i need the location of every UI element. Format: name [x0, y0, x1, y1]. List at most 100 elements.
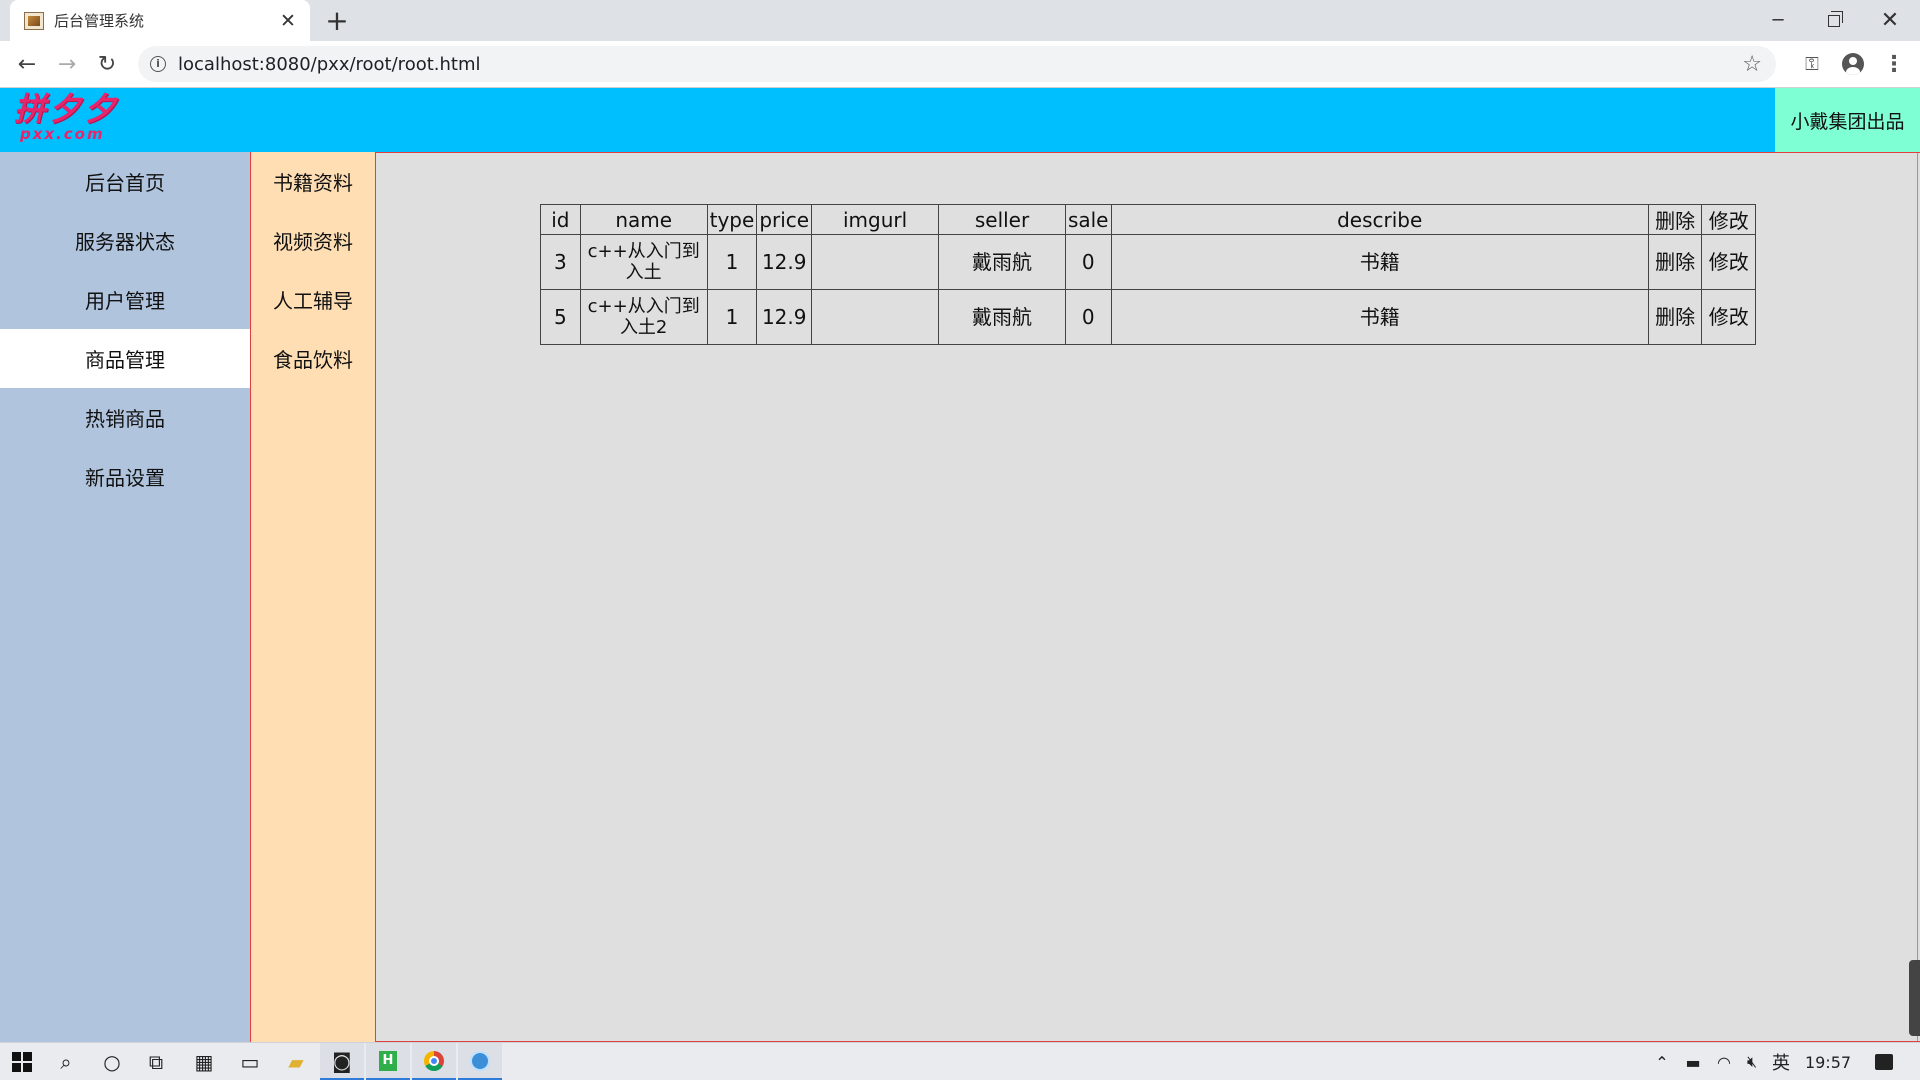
notification-icon	[1875, 1054, 1893, 1070]
sidebar-item-home[interactable]: 后台首页	[0, 152, 250, 211]
browser-toolbar: ← → ↻ i localhost:8080/pxx/root/root.htm…	[0, 41, 1920, 88]
cell-sale: 0	[1064, 289, 1112, 345]
back-button[interactable]: ←	[12, 49, 42, 79]
tray-expand-icon[interactable]: ⌃	[1650, 1043, 1674, 1080]
start-button[interactable]	[0, 1043, 44, 1080]
taskbar-chrome[interactable]	[412, 1043, 456, 1080]
hbuilder-icon: H	[379, 1050, 397, 1071]
restore-icon	[1828, 10, 1843, 27]
page-favicon-icon	[24, 11, 44, 30]
cell-describe: 书籍	[1110, 289, 1649, 345]
cell-id: 5	[540, 289, 581, 345]
subnav-item-food-drinks[interactable]: 食品饮料	[251, 329, 375, 388]
url-text[interactable]: localhost:8080/pxx/root/root.html	[178, 54, 1742, 75]
col-header-type: type	[706, 204, 758, 235]
sidebar-item-product-management[interactable]: 商品管理	[0, 329, 250, 388]
taskbar-photos[interactable]: ▭	[228, 1043, 272, 1080]
window-close-button[interactable]: ✕	[1862, 0, 1918, 41]
browser-menu-icon[interactable]: ⋮	[1879, 49, 1909, 79]
logo-domain-text: pxx.com	[20, 125, 105, 143]
cell-imgurl	[811, 234, 940, 290]
col-header-describe: describe	[1110, 204, 1649, 235]
new-tab-button[interactable]: +	[322, 6, 352, 36]
cell-name: c++从入门到入土	[579, 234, 708, 290]
cell-id: 3	[540, 234, 581, 290]
taskbar-file-explorer[interactable]: ▰	[274, 1043, 318, 1080]
cell-imgurl	[811, 289, 940, 345]
edit-link[interactable]: 修改	[1701, 234, 1756, 290]
reload-button[interactable]: ↻	[92, 49, 122, 79]
cell-seller: 戴雨航	[938, 234, 1066, 290]
folder-icon: ▰	[288, 1050, 304, 1074]
subnav-item-videos[interactable]: 视频资料	[251, 211, 375, 270]
cortana-button[interactable]: ○	[90, 1043, 134, 1080]
search-button[interactable]: ⌕	[44, 1043, 88, 1080]
cell-seller: 戴雨航	[938, 289, 1066, 345]
calculator-icon: ▦	[194, 1050, 214, 1074]
site-info-icon[interactable]: i	[150, 56, 166, 72]
taskbar-screenshot-app[interactable]: ◙	[320, 1043, 364, 1080]
password-key-icon[interactable]: ⚿	[1797, 49, 1827, 79]
search-icon: ⌕	[60, 1050, 72, 1074]
delete-link[interactable]: 删除	[1647, 234, 1703, 290]
site-logo: 拼夕夕 pxx.com	[14, 92, 124, 148]
table-row: 3 c++从入门到入土 1 12.9 戴雨航 0 书籍 删除 修改	[540, 234, 1756, 290]
product-table: id name type price imgurl seller sale de…	[540, 204, 1756, 345]
credit-label: 小戴集团出品	[1775, 88, 1920, 152]
taskbar-calculator[interactable]: ▦	[182, 1043, 226, 1080]
col-header-edit: 修改	[1701, 204, 1756, 235]
sidebar-item-user-management[interactable]: 用户管理	[0, 270, 250, 329]
table-header-row: id name type price imgurl seller sale de…	[540, 204, 1756, 235]
window-restore-button[interactable]	[1806, 0, 1862, 41]
windows-logo-icon	[12, 1052, 32, 1072]
cell-describe: 书籍	[1110, 234, 1649, 290]
browser-tabstrip: 后台管理系统 ✕ + ─ ✕	[0, 0, 1920, 41]
cell-sale: 0	[1064, 234, 1112, 290]
account-icon	[1842, 53, 1864, 75]
cortana-circle-icon: ○	[103, 1050, 121, 1074]
sidebar-item-server-status[interactable]: 服务器状态	[0, 211, 250, 270]
browser-icon	[470, 1050, 490, 1071]
tab-close-icon[interactable]: ✕	[278, 10, 298, 32]
page-header: 拼夕夕 pxx.com 小戴集团出品	[0, 88, 1920, 152]
table-row: 5 c++从入门到入土2 1 12.9 戴雨航 0 书籍 删除 修改	[540, 289, 1756, 345]
wifi-icon[interactable]: ◠	[1712, 1043, 1736, 1080]
logo-main-text: 拼夕夕	[14, 90, 120, 128]
profile-button[interactable]	[1838, 49, 1868, 79]
category-subnav: 书籍资料 视频资料 人工辅导 食品饮料	[250, 152, 376, 1042]
main-sidebar: 后台首页 服务器状态 用户管理 商品管理 热销商品 新品设置	[0, 152, 250, 1042]
cell-price: 12.9	[756, 234, 813, 290]
col-header-id: id	[540, 204, 581, 235]
sidebar-item-hot-products[interactable]: 热销商品	[0, 388, 250, 447]
os-taskbar: ⌕ ○ ⧉ ▦ ▭ ▰ ◙ H ⌃ ▬ ◠ 🔇︎ 英 19:57	[0, 1042, 1920, 1080]
cell-type: 1	[706, 289, 758, 345]
col-header-delete: 删除	[1647, 204, 1703, 235]
col-header-seller: seller	[938, 204, 1066, 235]
chrome-icon	[424, 1050, 444, 1071]
task-view-icon: ⧉	[148, 1050, 164, 1074]
battery-icon[interactable]: ▬	[1680, 1043, 1706, 1080]
bookmark-star-icon[interactable]: ☆	[1742, 52, 1762, 77]
col-header-name: name	[579, 204, 708, 235]
edit-link[interactable]: 修改	[1701, 289, 1756, 345]
input-method-indicator[interactable]: 英	[1768, 1043, 1794, 1080]
browser-tab[interactable]: 后台管理系统 ✕	[10, 0, 310, 41]
sidebar-item-new-products[interactable]: 新品设置	[0, 447, 250, 506]
window-minimize-button[interactable]: ─	[1750, 0, 1806, 41]
taskbar-hbuilder[interactable]: H	[366, 1043, 410, 1080]
clock[interactable]: 19:57	[1800, 1043, 1856, 1080]
forward-button[interactable]: →	[52, 49, 82, 79]
tab-title: 后台管理系统	[54, 12, 145, 30]
subnav-item-books[interactable]: 书籍资料	[251, 152, 375, 211]
delete-link[interactable]: 删除	[1647, 289, 1703, 345]
scrollbar-handle[interactable]	[1909, 960, 1920, 1036]
address-bar[interactable]: i localhost:8080/pxx/root/root.html ☆	[138, 46, 1776, 82]
task-view-button[interactable]: ⧉	[134, 1043, 178, 1080]
taskbar-browser[interactable]	[458, 1043, 502, 1080]
cell-price: 12.9	[756, 289, 813, 345]
volume-muted-icon[interactable]: 🔇︎	[1740, 1043, 1764, 1080]
subnav-item-tutoring[interactable]: 人工辅导	[251, 270, 375, 329]
cell-name: c++从入门到入土2	[579, 289, 708, 345]
action-center-button[interactable]	[1866, 1043, 1902, 1080]
col-header-sale: sale	[1064, 204, 1112, 235]
